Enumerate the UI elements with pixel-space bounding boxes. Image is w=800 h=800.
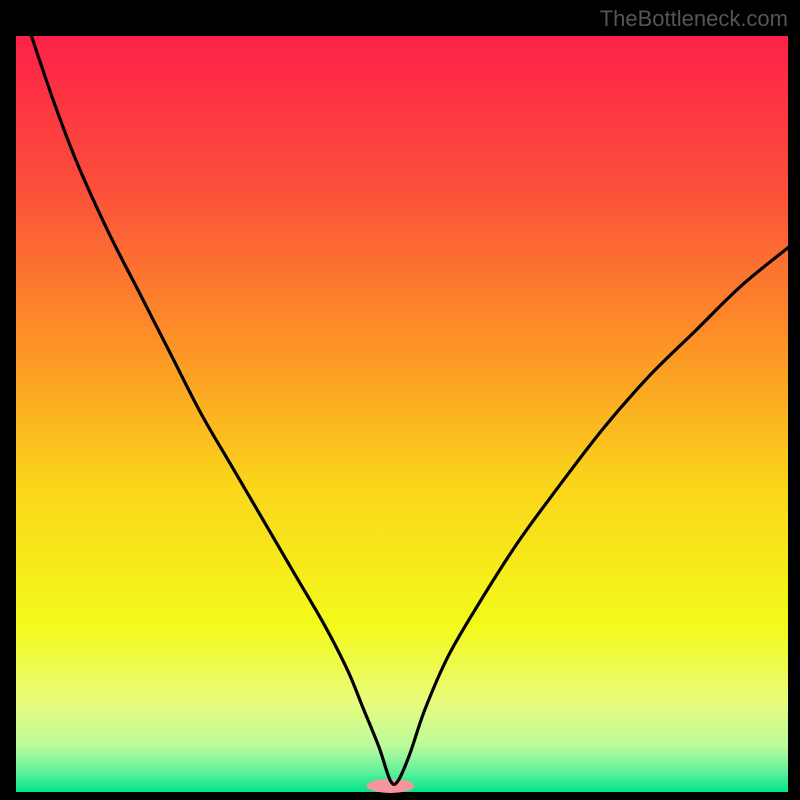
watermark-text: TheBottleneck.com	[600, 6, 788, 32]
chart-svg	[0, 0, 800, 800]
bottleneck-chart: TheBottleneck.com	[0, 0, 800, 800]
plot-background	[16, 36, 788, 792]
